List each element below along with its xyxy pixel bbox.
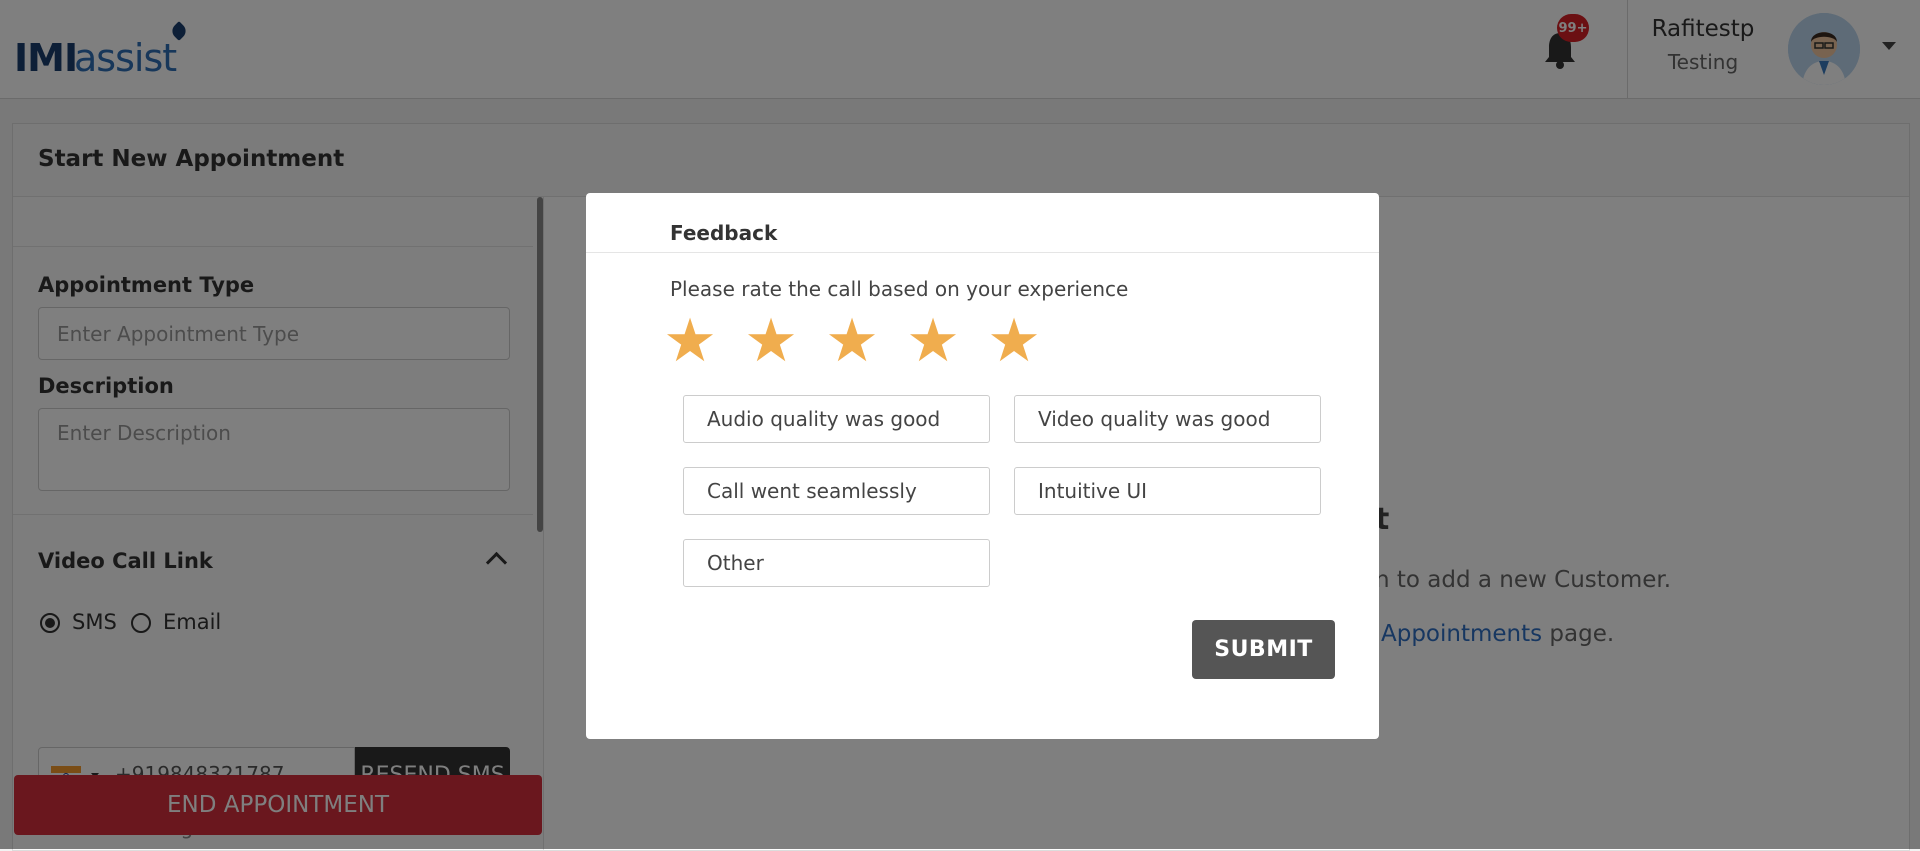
modal-title: Feedback — [670, 221, 778, 245]
rating-prompt: Please rate the call based on your exper… — [670, 277, 1129, 301]
star-icon[interactable]: ★ — [659, 311, 721, 371]
feedback-option-intuitive-ui[interactable]: Intuitive UI — [1014, 467, 1321, 515]
modal-divider — [586, 252, 1379, 253]
star-icon[interactable]: ★ — [983, 311, 1045, 371]
feedback-modal: Feedback Please rate the call based on y… — [586, 193, 1379, 739]
star-icon[interactable]: ★ — [740, 311, 802, 371]
star-icon[interactable]: ★ — [902, 311, 964, 371]
feedback-option-other[interactable]: Other — [683, 539, 990, 587]
feedback-option-audio[interactable]: Audio quality was good — [683, 395, 990, 443]
star-rating: ★ ★ ★ ★ ★ — [659, 311, 1045, 371]
feedback-option-video[interactable]: Video quality was good — [1014, 395, 1321, 443]
star-icon[interactable]: ★ — [821, 311, 883, 371]
feedback-option-seamless[interactable]: Call went seamlessly — [683, 467, 990, 515]
submit-button[interactable]: SUBMIT — [1192, 620, 1335, 679]
